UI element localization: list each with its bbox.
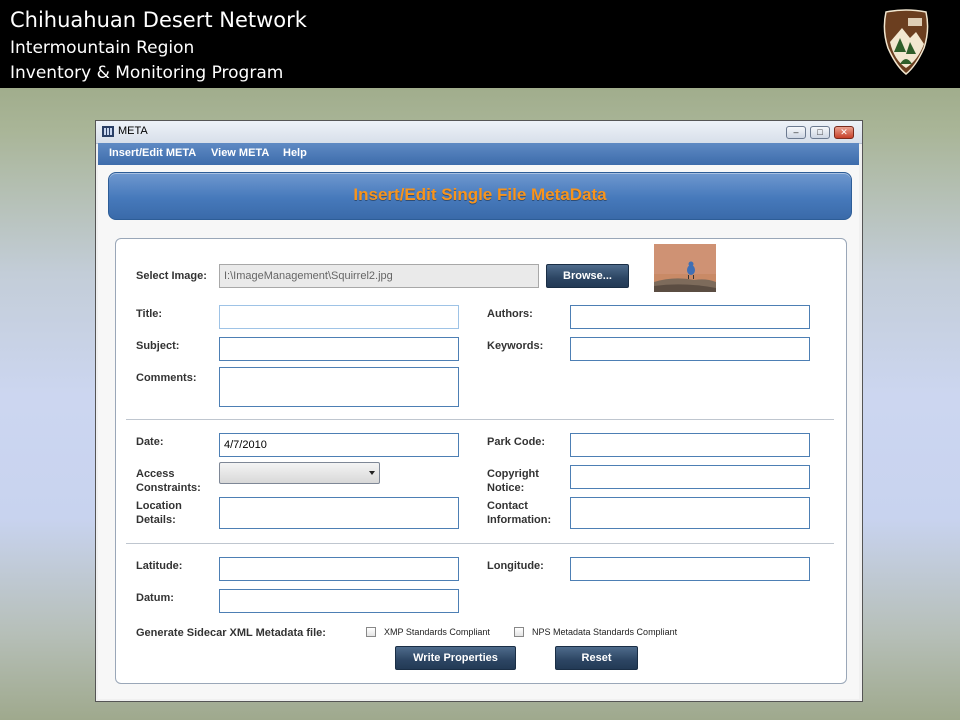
menu-help[interactable]: Help [283,147,307,159]
reset-button[interactable]: Reset [555,646,638,670]
latitude-label: Latitude: [136,560,183,572]
nps-arrowhead-logo-icon [883,9,929,75]
comments-label: Comments: [136,372,197,384]
section-divider [126,543,834,544]
nps-checkbox[interactable] [514,627,524,637]
location-details-label: Location Details: [136,499,182,527]
slide-title: Chihuahuan Desert Network [10,8,307,32]
close-button[interactable]: ✕ [834,126,854,139]
location-details-label-line2: Details: [136,514,176,526]
park-code-input[interactable] [570,433,810,457]
copyright-notice-label-line1: Copyright [487,468,539,480]
select-image-label: Select Image: [136,270,207,282]
browse-button[interactable]: Browse... [546,264,629,288]
access-constraints-dropdown[interactable] [219,462,380,484]
chevron-down-icon [369,471,375,475]
longitude-input[interactable] [570,557,810,581]
contact-information-label: Contact Information: [487,499,551,527]
title-label: Title: [136,308,163,320]
access-constraints-label-line2: Constraints: [136,482,201,494]
sidecar-label: Generate Sidecar XML Metadata file: [136,627,326,639]
date-input[interactable] [219,433,459,457]
authors-input[interactable] [570,305,810,329]
keywords-input[interactable] [570,337,810,361]
slide-header: Chihuahuan Desert Network Intermountain … [0,0,960,88]
access-constraints-label: Access Constraints: [136,467,201,495]
menu-insert-edit-meta[interactable]: Insert/Edit META [109,147,196,159]
xmp-checkbox-label: XMP Standards Compliant [384,627,490,637]
copyright-notice-label-line2: Notice: [487,482,525,494]
image-thumbnail-icon [654,244,716,292]
contact-information-input[interactable] [570,497,810,529]
window-title: META [118,125,148,137]
park-code-label: Park Code: [487,436,546,448]
authors-label: Authors: [487,308,533,320]
title-input[interactable] [219,305,459,329]
latitude-input[interactable] [219,557,459,581]
copyright-notice-label: Copyright Notice: [487,467,539,495]
keywords-label: Keywords: [487,340,544,352]
slide-subtitle: Intermountain Region [10,38,195,58]
menu-bar: Insert/Edit META View META Help [98,143,859,165]
nps-checkbox-label: NPS Metadata Standards Compliant [532,627,678,637]
client-area: Insert/Edit Single File MetaData Select … [98,165,859,699]
metadata-form: Select Image: Browse... Title: Authors: … [115,238,847,684]
window-titlebar[interactable]: META – □ ✕ [96,121,862,144]
comments-textarea[interactable] [219,367,459,407]
page-title: Insert/Edit Single File MetaData [353,185,607,204]
maximize-button[interactable]: □ [810,126,830,139]
datum-input[interactable] [219,589,459,613]
image-path-input[interactable] [219,264,539,288]
longitude-label: Longitude: [487,560,544,572]
slide-program: Inventory & Monitoring Program [10,63,284,83]
meta-app-icon [102,126,114,137]
subject-label: Subject: [136,340,180,352]
contact-information-label-line2: Information: [487,514,552,526]
datum-label: Datum: [136,592,174,604]
location-details-input[interactable] [219,497,459,529]
access-constraints-label-line1: Access [136,468,175,480]
menu-view-meta[interactable]: View META [211,147,269,159]
app-window: META – □ ✕ Insert/Edit META View META He… [95,120,863,702]
xmp-checkbox[interactable] [366,627,376,637]
location-details-label-line1: Location [136,500,182,512]
minimize-button[interactable]: – [786,126,806,139]
write-properties-button[interactable]: Write Properties [395,646,516,670]
section-divider [126,419,834,420]
page-banner: Insert/Edit Single File MetaData [108,172,852,220]
date-label: Date: [136,436,164,448]
contact-information-label-line1: Contact [487,500,528,512]
copyright-notice-input[interactable] [570,465,810,489]
subject-input[interactable] [219,337,459,361]
